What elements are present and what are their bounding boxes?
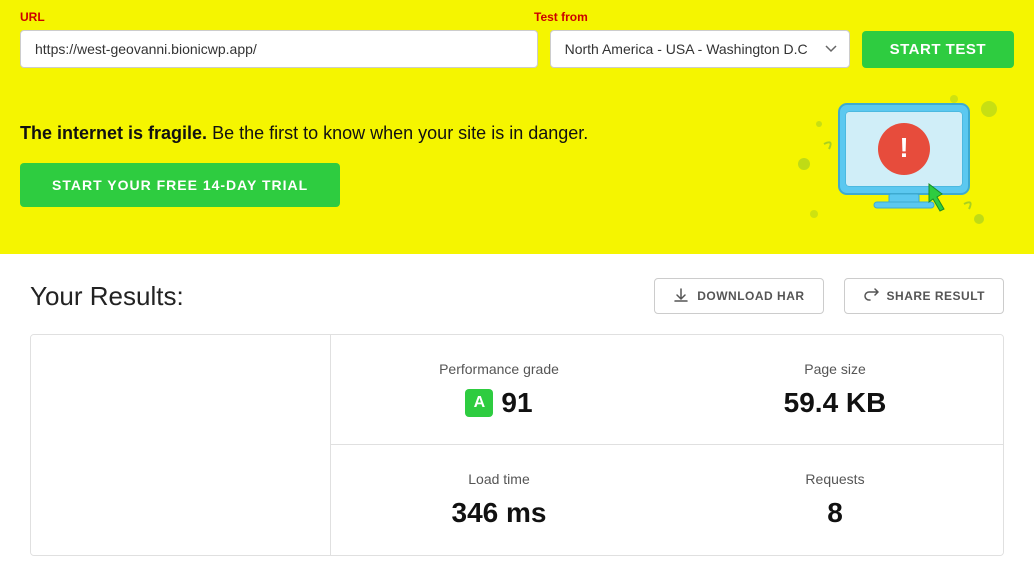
start-test-button[interactable]: START TEST <box>862 31 1014 68</box>
results-title: Your Results: <box>30 281 634 312</box>
load-time-card: Load time 346 ms <box>331 445 667 555</box>
screenshot-card <box>31 335 331 555</box>
header-inputs: North America - USA - Washington D.CEuro… <box>20 30 1014 68</box>
performance-grade-value: A 91 <box>465 387 532 419</box>
results-section: Your Results: DOWNLOAD HAR SHARE RESULT … <box>0 254 1034 580</box>
promo-banner: The internet is fragile. Be the first to… <box>0 84 1034 254</box>
results-header: Your Results: DOWNLOAD HAR SHARE RESULT <box>30 278 1004 314</box>
monitor-svg: ! <box>794 94 1004 234</box>
share-icon <box>863 288 879 304</box>
url-input[interactable] <box>20 30 538 68</box>
trial-button[interactable]: START YOUR FREE 14-DAY TRIAL <box>20 163 340 207</box>
requests-label: Requests <box>805 471 864 487</box>
input-labels: URL Test from <box>20 10 1014 24</box>
monitor-illustration: ! <box>794 94 1014 234</box>
banner-normal-text: Be the first to know when your site is i… <box>212 123 588 143</box>
banner-content: The internet is fragile. Be the first to… <box>20 121 794 206</box>
load-time-label: Load time <box>468 471 529 487</box>
header-bar: URL Test from North America - USA - Wash… <box>0 0 1034 84</box>
download-har-button[interactable]: DOWNLOAD HAR <box>654 278 823 314</box>
page-size-card: Page size 59.4 KB <box>667 335 1003 445</box>
grade-badge: A <box>465 389 493 417</box>
load-time-value: 346 ms <box>452 497 547 529</box>
results-grid: Performance grade A 91 Page size 59.4 KB… <box>30 334 1004 556</box>
banner-bold-text: The internet is fragile. <box>20 123 207 143</box>
svg-text:!: ! <box>899 132 908 163</box>
requests-value: 8 <box>827 497 843 529</box>
share-result-button[interactable]: SHARE RESULT <box>844 278 1004 314</box>
performance-grade-card: Performance grade A 91 <box>331 335 667 445</box>
url-label: URL <box>20 10 534 24</box>
test-from-label: Test from <box>534 10 854 24</box>
requests-card: Requests 8 <box>667 445 1003 555</box>
banner-text: The internet is fragile. Be the first to… <box>20 121 774 146</box>
page-size-label: Page size <box>804 361 865 377</box>
download-icon <box>673 288 689 304</box>
test-from-select[interactable]: North America - USA - Washington D.CEuro… <box>550 30 850 68</box>
page-size-value: 59.4 KB <box>784 387 887 419</box>
performance-grade-label: Performance grade <box>439 361 559 377</box>
grade-score: 91 <box>501 387 532 419</box>
